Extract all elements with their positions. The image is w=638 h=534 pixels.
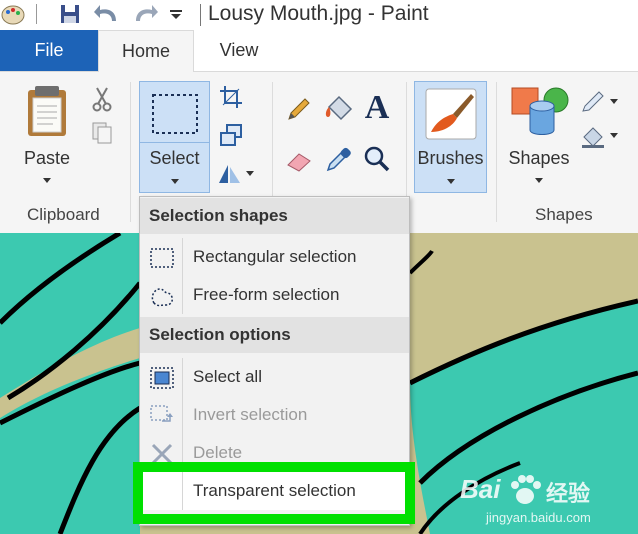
rectangular-selection-icon <box>150 248 174 268</box>
selection-shapes-header: Selection shapes <box>140 198 409 234</box>
rotate-icon[interactable] <box>216 160 256 186</box>
crop-icon[interactable] <box>218 84 244 110</box>
select-button[interactable]: Select <box>139 81 210 193</box>
select-label: Select <box>149 148 200 168</box>
watermark: Bai 经验 jingyan.baidu.com <box>458 472 636 532</box>
paw-logo-icon <box>511 475 541 504</box>
menu-item-label: Delete <box>193 443 243 462</box>
select-dropdown-arrow[interactable] <box>170 179 179 184</box>
group-separator <box>130 82 131 222</box>
tab-file[interactable]: File <box>0 30 98 71</box>
paste-button[interactable]: Paste <box>18 82 76 192</box>
invert-selection-icon <box>150 405 173 422</box>
paste-icon <box>28 86 66 136</box>
group-separator <box>496 82 497 222</box>
fill-icon[interactable] <box>322 92 356 124</box>
brushes-dropdown-arrow[interactable] <box>446 179 455 184</box>
tab-home[interactable]: Home <box>98 30 194 72</box>
fill-shape-icon[interactable] <box>580 122 620 150</box>
color-picker-icon[interactable] <box>324 144 354 174</box>
shapes-label: Shapes <box>508 148 570 168</box>
resize-icon[interactable] <box>218 122 244 148</box>
paste-label: Paste <box>23 148 71 168</box>
tab-view[interactable]: View <box>194 30 284 71</box>
clipboard-group-label: Clipboard <box>27 205 100 224</box>
highlight-box <box>133 462 415 524</box>
paste-dropdown-arrow[interactable] <box>43 178 51 183</box>
ribbon-tabs: File Home View <box>0 30 638 72</box>
window-title: Lousy Mouth.jpg - Paint <box>208 2 429 25</box>
undo-icon[interactable] <box>93 3 121 25</box>
select-all-icon <box>150 367 174 389</box>
save-icon[interactable] <box>58 3 82 25</box>
menu-item-label: Select all <box>193 367 262 386</box>
select-rectangle-icon <box>152 94 198 134</box>
brushes-button[interactable]: Brushes <box>414 81 487 193</box>
pencil-icon[interactable] <box>284 94 314 124</box>
paint-app-icon[interactable] <box>0 3 26 25</box>
eraser-icon[interactable] <box>284 146 314 176</box>
magnifier-icon[interactable] <box>362 144 392 174</box>
shapes-icon <box>511 87 569 135</box>
shapes-group-label: Shapes <box>535 205 593 224</box>
outline-icon[interactable] <box>580 88 620 116</box>
text-tool-icon[interactable]: A <box>360 89 394 126</box>
cut-icon[interactable] <box>90 86 114 112</box>
copy-icon[interactable] <box>90 120 114 146</box>
shapes-button[interactable]: Shapes <box>506 82 572 192</box>
menu-item-label: Rectangular selection <box>193 247 357 266</box>
qa-separator <box>32 3 40 25</box>
brush-icon <box>425 88 477 140</box>
watermark-brand: Bai <box>460 474 501 504</box>
menu-item-rectangular-selection[interactable]: Rectangular selection <box>140 238 409 276</box>
menu-item-select-all[interactable]: Select all <box>140 358 409 396</box>
title-bar: Lousy Mouth.jpg - Paint <box>0 0 638 31</box>
shapes-dropdown-arrow[interactable] <box>535 178 543 183</box>
watermark-url: jingyan.baidu.com <box>486 510 591 525</box>
selection-options-header: Selection options <box>140 317 409 353</box>
title-separator <box>200 4 201 26</box>
menu-item-invert-selection[interactable]: Invert selection <box>140 396 409 434</box>
brushes-label: Brushes <box>417 148 484 168</box>
menu-item-free-form-selection[interactable]: Free-form selection <box>140 276 409 314</box>
redo-icon[interactable] <box>131 3 159 25</box>
menu-item-label: Invert selection <box>193 405 308 424</box>
customize-toolbar-icon[interactable] <box>166 3 186 25</box>
watermark-brand-cn: 经验 <box>546 481 591 506</box>
menu-item-label: Free-form selection <box>193 285 340 304</box>
free-form-selection-icon <box>151 288 173 307</box>
